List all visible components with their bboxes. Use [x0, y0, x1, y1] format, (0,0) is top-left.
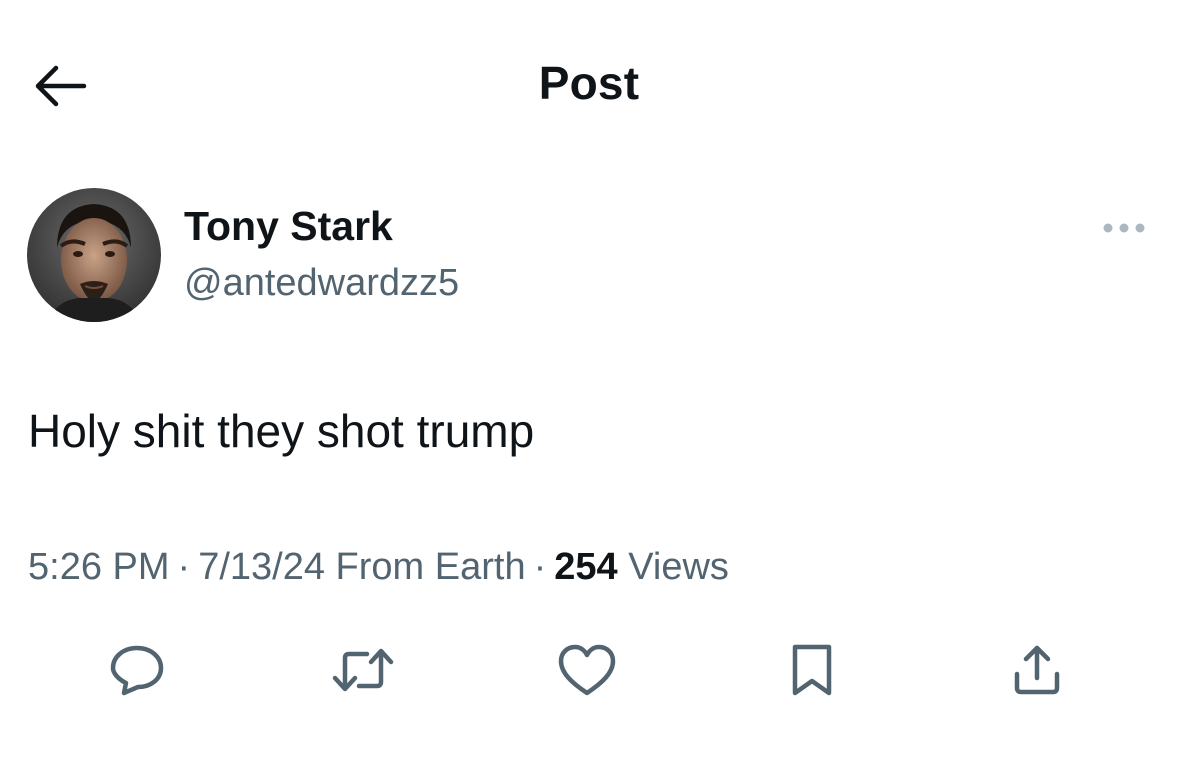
separator: ·	[533, 546, 547, 588]
repost-button[interactable]	[331, 642, 395, 698]
author-display-name[interactable]: Tony Stark	[184, 203, 393, 250]
profile-photo-icon	[27, 188, 161, 322]
repost-icon	[331, 644, 395, 696]
more-dots-icon	[1102, 222, 1146, 234]
share-icon	[1009, 642, 1065, 698]
post-text: Holy shit they shot trump	[28, 405, 535, 457]
post-date[interactable]: 7/13/24	[198, 546, 325, 588]
bookmark-button[interactable]	[780, 642, 844, 698]
post-time[interactable]: 5:26 PM	[28, 546, 170, 588]
post-metadata: 5:26 PM · 7/13/24 From Earth · 254 Views	[28, 546, 729, 589]
post-detail-page: Post Tony Stark @antedwardzz5 Holy shit …	[0, 0, 1178, 770]
bookmark-icon	[787, 641, 837, 699]
heart-icon	[556, 643, 618, 697]
separator: ·	[177, 546, 191, 588]
reply-icon	[107, 642, 167, 698]
more-options-button[interactable]	[1094, 208, 1154, 248]
reply-button[interactable]	[105, 642, 169, 698]
views-label: Views	[628, 546, 729, 588]
author-handle[interactable]: @antedwardzz5	[184, 262, 459, 305]
like-button[interactable]	[555, 642, 619, 698]
post-location: From Earth	[335, 546, 526, 588]
views-count[interactable]: 254	[554, 546, 617, 588]
avatar[interactable]	[27, 188, 161, 322]
page-title: Post	[538, 57, 640, 109]
share-button[interactable]	[1005, 642, 1069, 698]
